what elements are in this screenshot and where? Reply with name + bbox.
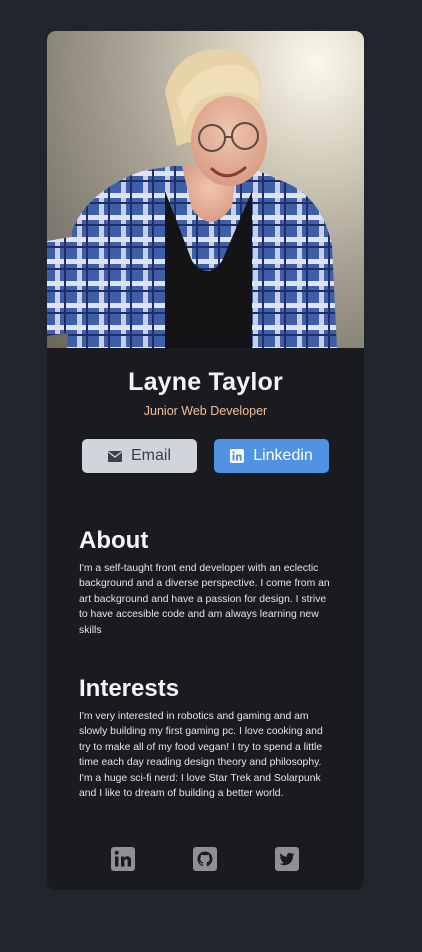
footer-github-link[interactable] — [193, 846, 217, 876]
github-icon — [193, 846, 217, 876]
twitter-icon — [275, 846, 299, 876]
profile-title: Junior Web Developer — [143, 404, 268, 418]
profile-name: Layne Taylor — [128, 368, 283, 396]
email-button[interactable]: Email — [82, 439, 197, 473]
profile-card: Layne Taylor Junior Web Developer Email … — [47, 31, 364, 890]
envelope-icon — [107, 450, 122, 462]
interests-text: I'm very interested in robotics and gami… — [79, 711, 323, 800]
email-button-label: Email — [130, 447, 171, 464]
footer-twitter-link[interactable] — [275, 846, 299, 876]
linkedin-button-label: Linkedin — [253, 447, 313, 464]
linkedin-button[interactable]: Linkedin — [214, 439, 329, 473]
linkedin-icon — [230, 449, 245, 463]
linkedin-icon — [111, 846, 135, 876]
about-heading: About — [79, 527, 149, 554]
interests-heading: Interests — [79, 675, 180, 702]
about-text: I'm a self-taught front end developer wi… — [79, 563, 330, 636]
footer-linkedin-link[interactable] — [111, 846, 135, 876]
profile-photo — [47, 31, 364, 348]
